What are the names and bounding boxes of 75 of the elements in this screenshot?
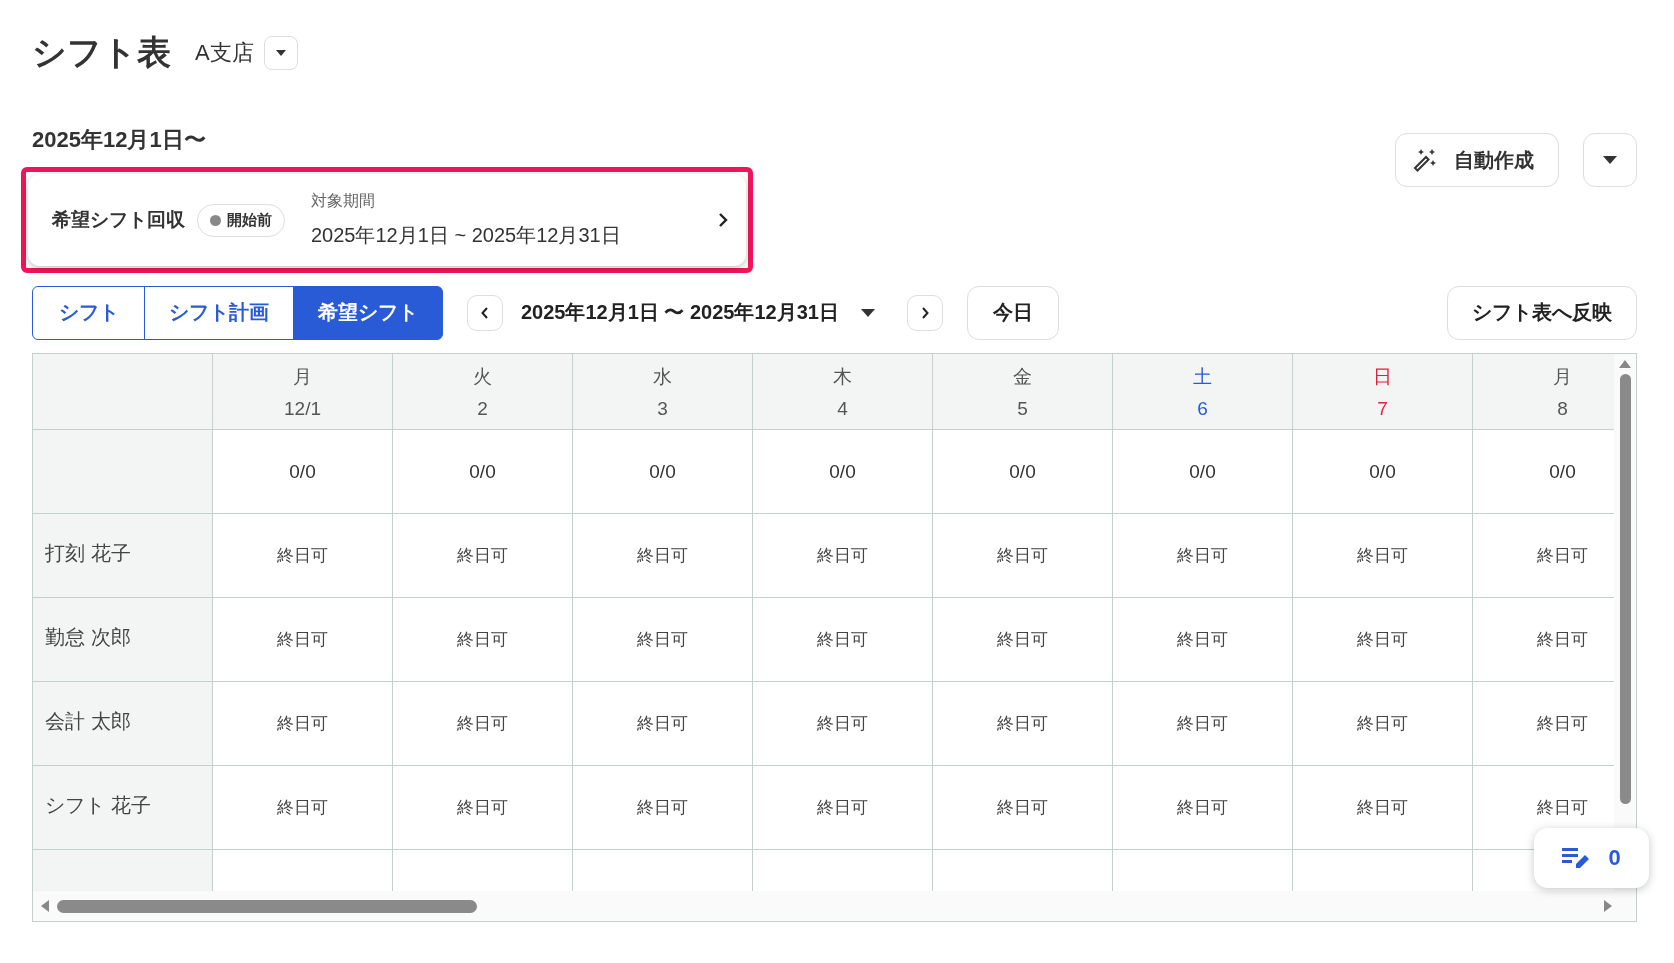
availability-cell[interactable]: 終日可 xyxy=(997,796,1048,819)
weekday-label: 月 xyxy=(1553,364,1572,389)
date-label: 3 xyxy=(657,397,668,420)
availability-cell[interactable]: 終日可 xyxy=(637,712,688,735)
date-label: 2 xyxy=(477,397,488,420)
availability-cell[interactable]: 終日可 xyxy=(457,712,508,735)
date-label: 6 xyxy=(1197,397,1208,420)
page-title: シフト表 xyxy=(32,31,171,73)
availability-cell[interactable]: 終日可 xyxy=(817,628,868,651)
today-button[interactable]: 今日 xyxy=(966,285,1059,340)
availability-cell[interactable]: 終日可 xyxy=(637,628,688,651)
period-label: 対象期間 xyxy=(311,191,376,211)
date-label: 12/1 xyxy=(284,397,321,420)
availability-cell[interactable]: 終日可 xyxy=(457,628,508,651)
staff-name: シフト 花子 xyxy=(45,793,151,818)
count-cell: 0/0 xyxy=(829,460,856,483)
availability-cell[interactable]: 終日可 xyxy=(1177,712,1228,735)
availability-cell[interactable]: 終日可 xyxy=(1537,796,1588,819)
count-cell: 0/0 xyxy=(649,460,676,483)
period-heading: 2025年12月1日〜 xyxy=(32,126,207,154)
availability-cell[interactable]: 終日可 xyxy=(1177,796,1228,819)
availability-cell[interactable]: 終日可 xyxy=(637,796,688,819)
availability-cell[interactable]: 終日可 xyxy=(997,628,1048,651)
weekday-label: 木 xyxy=(833,364,852,389)
apply-button[interactable]: シフト表へ反映 xyxy=(1447,285,1637,340)
weekday-label: 月 xyxy=(293,364,312,389)
count-cell: 0/0 xyxy=(1369,460,1396,483)
count-cell: 0/0 xyxy=(1009,460,1036,483)
view-tab[interactable]: 希望シフト xyxy=(293,285,443,340)
date-label: 5 xyxy=(1017,397,1028,420)
auto-create-button[interactable]: 自動作成 xyxy=(1395,133,1559,187)
weekday-label: 土 xyxy=(1193,364,1212,389)
date-label: 8 xyxy=(1557,397,1568,420)
availability-cell[interactable]: 終日可 xyxy=(1537,628,1588,651)
view-tab[interactable]: シフト計画 xyxy=(144,285,294,340)
availability-cell[interactable]: 終日可 xyxy=(1537,544,1588,567)
availability-cell[interactable]: 終日可 xyxy=(277,712,328,735)
count-cell: 0/0 xyxy=(289,460,316,483)
staff-name: 勤怠 次郎 xyxy=(45,625,131,650)
period-value: 2025年12月1日 ~ 2025年12月31日 xyxy=(311,223,622,248)
availability-cell[interactable]: 終日可 xyxy=(1537,712,1588,735)
availability-cell[interactable]: 終日可 xyxy=(1357,628,1408,651)
staff-name: 打刻 花子 xyxy=(45,541,131,566)
availability-cell[interactable]: 終日可 xyxy=(1357,544,1408,567)
availability-cell[interactable]: 終日可 xyxy=(1357,712,1408,735)
availability-cell[interactable]: 終日可 xyxy=(817,712,868,735)
edit-list-button[interactable]: 0 xyxy=(1534,828,1649,888)
availability-cell[interactable]: 終日可 xyxy=(817,544,868,567)
availability-cell[interactable]: 終日可 xyxy=(1177,628,1228,651)
availability-cell[interactable]: 終日可 xyxy=(1177,544,1228,567)
store-name: A支店 xyxy=(195,38,254,67)
availability-cell[interactable]: 終日可 xyxy=(997,544,1048,567)
card-title: 希望シフト回収 xyxy=(52,208,185,232)
date-range-dropdown[interactable]: 2025年12月1日 〜 2025年12月31日 xyxy=(513,292,883,333)
view-tab[interactable]: シフト xyxy=(32,285,145,340)
availability-cell[interactable]: 終日可 xyxy=(637,544,688,567)
availability-cell[interactable]: 終日可 xyxy=(457,796,508,819)
staff-name: 会計 太郎 xyxy=(45,709,131,734)
availability-cell[interactable]: 終日可 xyxy=(277,628,328,651)
availability-cell[interactable]: 終日可 xyxy=(817,796,868,819)
collection-card[interactable]: 希望シフト回収 開始前 対象期間 2025年12月1日 ~ 2025年12月31日 xyxy=(28,174,746,266)
count-cell: 0/0 xyxy=(1189,460,1216,483)
count-cell: 0/0 xyxy=(1549,460,1576,483)
availability-cell[interactable]: 終日可 xyxy=(277,544,328,567)
date-label: 4 xyxy=(837,397,848,420)
weekday-label: 金 xyxy=(1013,364,1032,389)
weekday-label: 日 xyxy=(1373,364,1392,389)
weekday-label: 水 xyxy=(653,364,672,389)
availability-cell[interactable]: 終日可 xyxy=(1357,796,1408,819)
weekday-label: 火 xyxy=(473,364,492,389)
availability-cell[interactable]: 終日可 xyxy=(277,796,328,819)
count-cell: 0/0 xyxy=(469,460,496,483)
availability-cell[interactable]: 終日可 xyxy=(997,712,1048,735)
availability-cell[interactable]: 終日可 xyxy=(457,544,508,567)
date-label: 7 xyxy=(1377,397,1388,420)
